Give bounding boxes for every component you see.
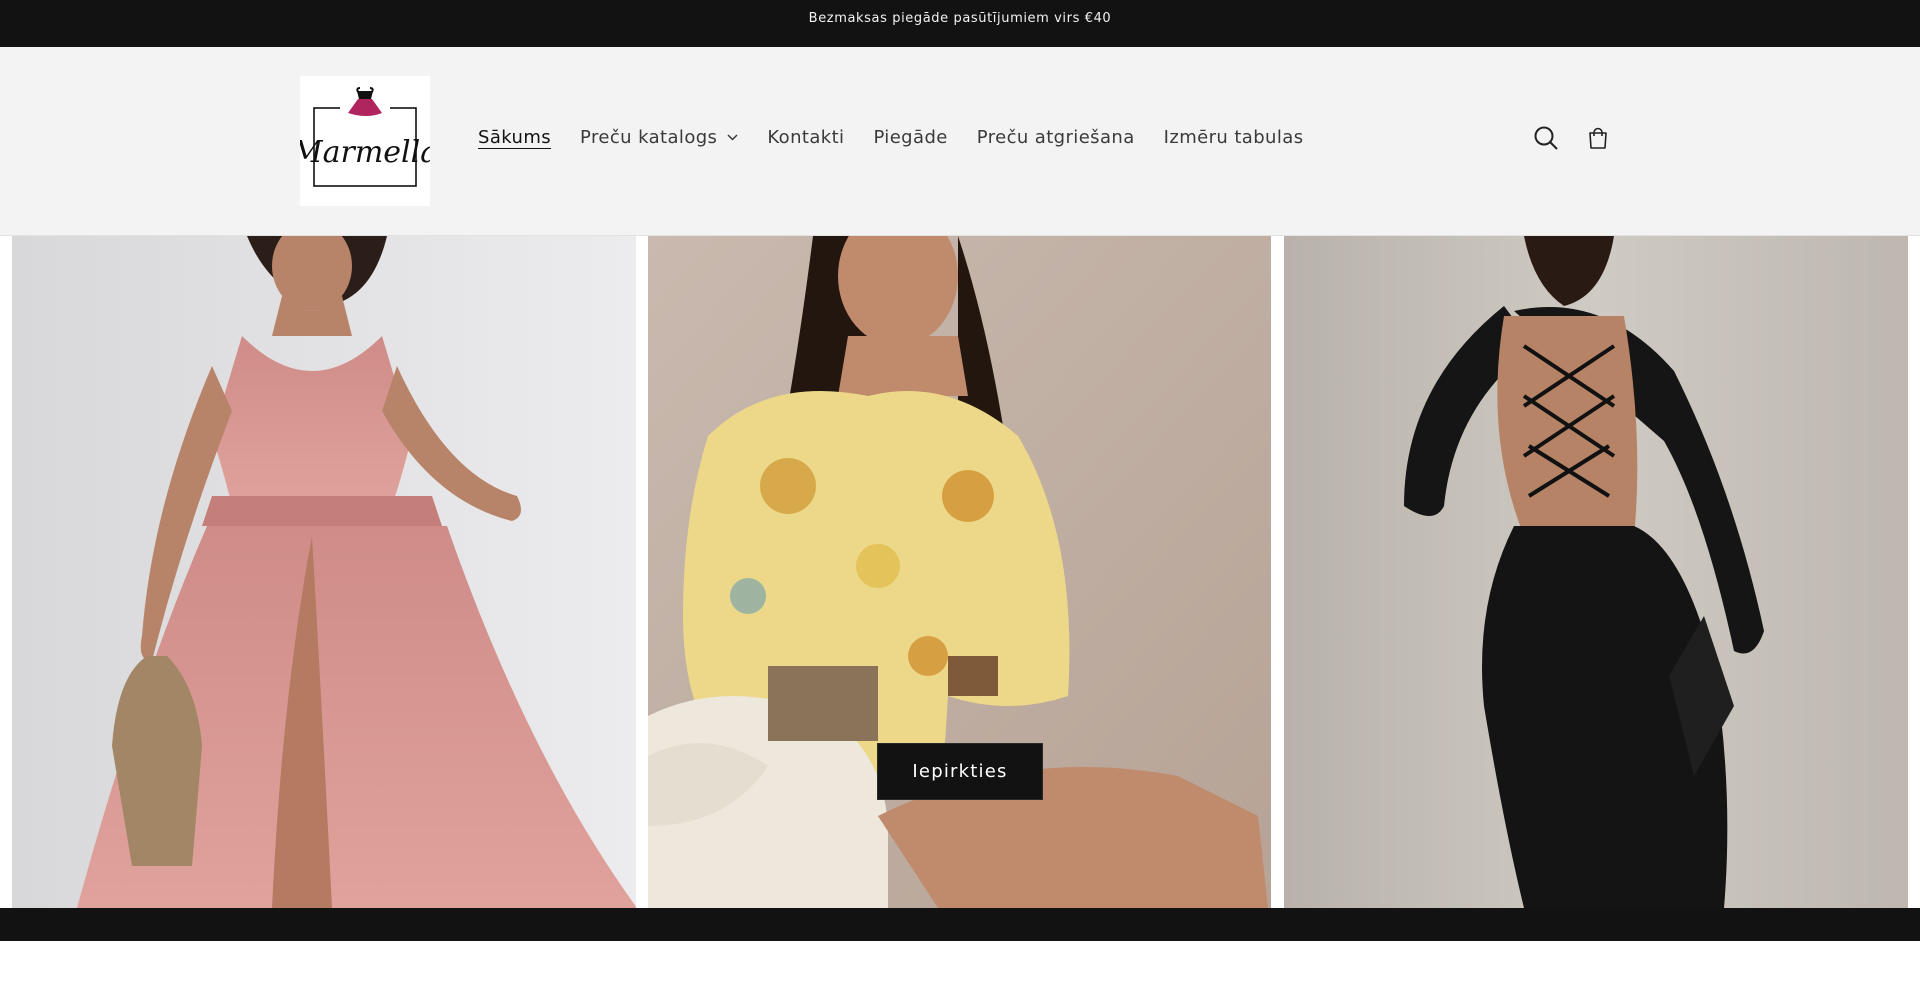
main-nav: Sākums Preču katalogs Kontakti Piegāde P…	[478, 127, 1332, 148]
dress-logo-icon: Marmella	[300, 87, 430, 187]
nav-item-label: Izmēru tabulas	[1163, 127, 1304, 148]
hero-image-pink-dress[interactable]	[12, 236, 636, 908]
section-divider	[0, 908, 1920, 941]
announcement-text: Bezmaksas piegāde pasūtījumiem virs €40	[808, 11, 1112, 26]
shop-now-label: Iepirkties	[912, 761, 1008, 782]
chevron-down-icon	[727, 134, 738, 141]
nav-item-label: Preču katalogs	[580, 127, 718, 148]
search-icon	[1534, 126, 1558, 150]
nav-item-label: Piegāde	[873, 127, 948, 148]
announcement-bar: Bezmaksas piegāde pasūtījumiem virs €40	[0, 0, 1920, 47]
hero-image-black-dress[interactable]	[1284, 236, 1908, 908]
nav-item-catalog[interactable]: Preču katalogs	[580, 127, 738, 148]
nav-item-delivery[interactable]: Piegāde	[873, 127, 947, 148]
nav-item-label: Preču atgriešana	[976, 127, 1135, 148]
nav-item-home[interactable]: Sākums	[478, 127, 551, 148]
nav-item-returns[interactable]: Preču atgriešana	[977, 127, 1135, 148]
shop-now-button[interactable]: Iepirkties	[877, 743, 1043, 800]
site-header: Marmella Sākums Preču katalogs Kontakti …	[0, 47, 1920, 236]
nav-item-contacts[interactable]: Kontakti	[767, 127, 844, 148]
brand-logo[interactable]: Marmella	[300, 76, 430, 206]
nav-item-size-charts[interactable]: Izmēru tabulas	[1164, 127, 1304, 148]
search-button[interactable]	[1531, 123, 1561, 153]
svg-text:Marmella: Marmella	[300, 135, 430, 170]
nav-item-label: Kontakti	[767, 127, 845, 148]
shopping-bag-icon	[1589, 127, 1607, 149]
hero-image-floral-dress[interactable]	[648, 236, 1271, 908]
hero-banner	[0, 236, 1920, 908]
cart-button[interactable]	[1583, 123, 1613, 153]
nav-item-label: Sākums	[478, 127, 552, 148]
